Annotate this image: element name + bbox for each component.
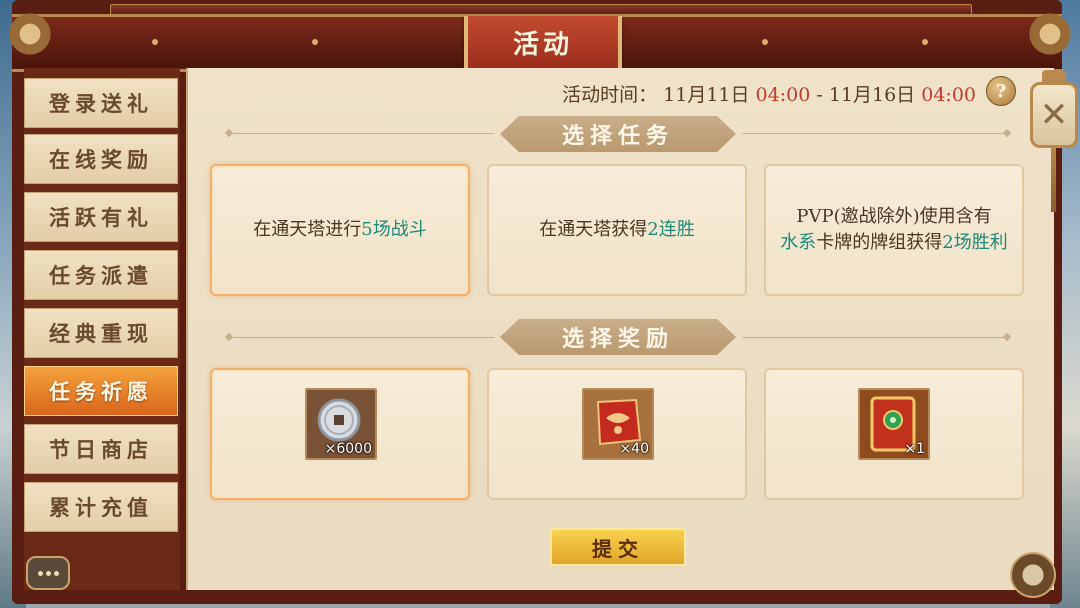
window-title-plaque: 活动 [464, 16, 622, 68]
event-end-time: 04:00 [921, 84, 976, 106]
submit-button[interactable]: 提交 [550, 528, 686, 566]
sidebar-item-online-reward[interactable]: 在线奖励 [24, 134, 178, 184]
frame-stud [152, 39, 158, 45]
sidebar-item-cumulative-recharge[interactable]: 累计充值 [24, 482, 178, 532]
copper-coin-icon: ×6000 [305, 388, 377, 460]
window-title: 活动 [512, 29, 573, 60]
chat-dot-icon [45, 570, 51, 576]
event-start-date: 11月11日 [663, 84, 750, 106]
sidebar-item-label: 节日商店 [49, 437, 153, 462]
event-end-date: 11月16日 [828, 84, 916, 106]
sidebar-item-activity-gift[interactable]: 活跃有礼 [24, 192, 178, 242]
task-card[interactable]: PVP(邀战除外)使用含有 水系卡牌的牌组获得2场胜利 [764, 164, 1024, 296]
divider-line [230, 133, 494, 134]
sidebar-item-login-gift[interactable]: 登录送礼 [24, 78, 178, 128]
sidebar-item-label: 经典重现 [49, 321, 153, 346]
sidebar-item-classic-revival[interactable]: 经典重现 [24, 308, 178, 358]
task-text: 卡牌的牌组获得 [816, 232, 943, 253]
emblem-button[interactable] [1010, 552, 1056, 598]
sidebar-item-label: 任务祈愿 [49, 379, 153, 404]
task-highlight: 5场战斗 [361, 219, 427, 240]
divider-line [742, 337, 1006, 338]
help-icon: ? [995, 80, 1007, 102]
task-highlight: 2连胜 [647, 219, 695, 240]
sidebar-item-label: 累计充值 [49, 495, 153, 520]
task-text: PVP(邀战除外)使用含有 [796, 206, 992, 227]
chat-dot-icon [53, 570, 59, 576]
sidebar-item-holiday-shop[interactable]: 节日商店 [24, 424, 178, 474]
frame-stud [762, 39, 768, 45]
close-icon: ✕ [1039, 95, 1069, 135]
task-card[interactable]: 在通天塔获得2连胜 [487, 164, 747, 296]
task-description: PVP(邀战除外)使用含有 水系卡牌的牌组获得2场胜利 [780, 204, 1007, 256]
task-highlight: 水系 [780, 232, 817, 253]
section-header-rewards: 选择奖励 [500, 319, 736, 355]
item-quantity: ×40 [619, 441, 649, 457]
sidebar-item-task-wish[interactable]: 任务祈愿 [24, 366, 178, 416]
section-title: 选择奖励 [561, 326, 674, 352]
event-start-time: 04:00 [755, 84, 811, 106]
sidebar-nav: 登录送礼 在线奖励 活跃有礼 任务派遣 经典重现 任务祈愿 节日商店 累计充值 [24, 68, 180, 590]
task-text: 在通天塔获得 [539, 219, 648, 240]
frame-corner-ornament [6, 10, 54, 58]
frame-stud [922, 39, 928, 45]
task-card[interactable]: 在通天塔进行5场战斗 [210, 164, 470, 296]
close-button[interactable]: ✕ [1030, 82, 1078, 148]
section-header-tasks: 选择任务 [500, 116, 736, 152]
event-time: 活动时间： 11月11日 04:00 - 11月16日 04:00 [562, 80, 976, 107]
task-description: 在通天塔进行5场战斗 [253, 217, 426, 243]
lantern-tassel [1051, 148, 1056, 212]
sidebar-item-label: 活跃有礼 [49, 205, 153, 230]
sidebar-item-label: 任务派遣 [49, 263, 153, 288]
jade-card-icon: ×1 [858, 388, 930, 460]
frame-corner-ornament [1026, 10, 1074, 58]
task-text: 在通天塔进行 [253, 219, 362, 240]
section-title: 选择任务 [561, 123, 674, 149]
sidebar-item-label: 在线奖励 [49, 147, 153, 172]
chat-dot-icon [37, 570, 43, 576]
event-time-separator: - [816, 84, 823, 106]
red-pouch-icon: ×40 [582, 388, 654, 460]
task-description: 在通天塔获得2连胜 [539, 217, 694, 243]
sidebar-item-label: 登录送礼 [49, 91, 153, 116]
event-time-label: 活动时间： [562, 84, 658, 106]
item-quantity: ×1 [904, 441, 925, 457]
divider-line [230, 337, 494, 338]
chat-button[interactable] [26, 556, 70, 590]
frame-stud [312, 39, 318, 45]
divider-line [742, 133, 1006, 134]
sidebar-item-task-dispatch[interactable]: 任务派遣 [24, 250, 178, 300]
item-quantity: ×6000 [324, 441, 372, 457]
task-highlight: 2场胜利 [942, 232, 1008, 253]
submit-label: 提交 [592, 536, 644, 561]
help-button[interactable]: ? [986, 76, 1016, 106]
